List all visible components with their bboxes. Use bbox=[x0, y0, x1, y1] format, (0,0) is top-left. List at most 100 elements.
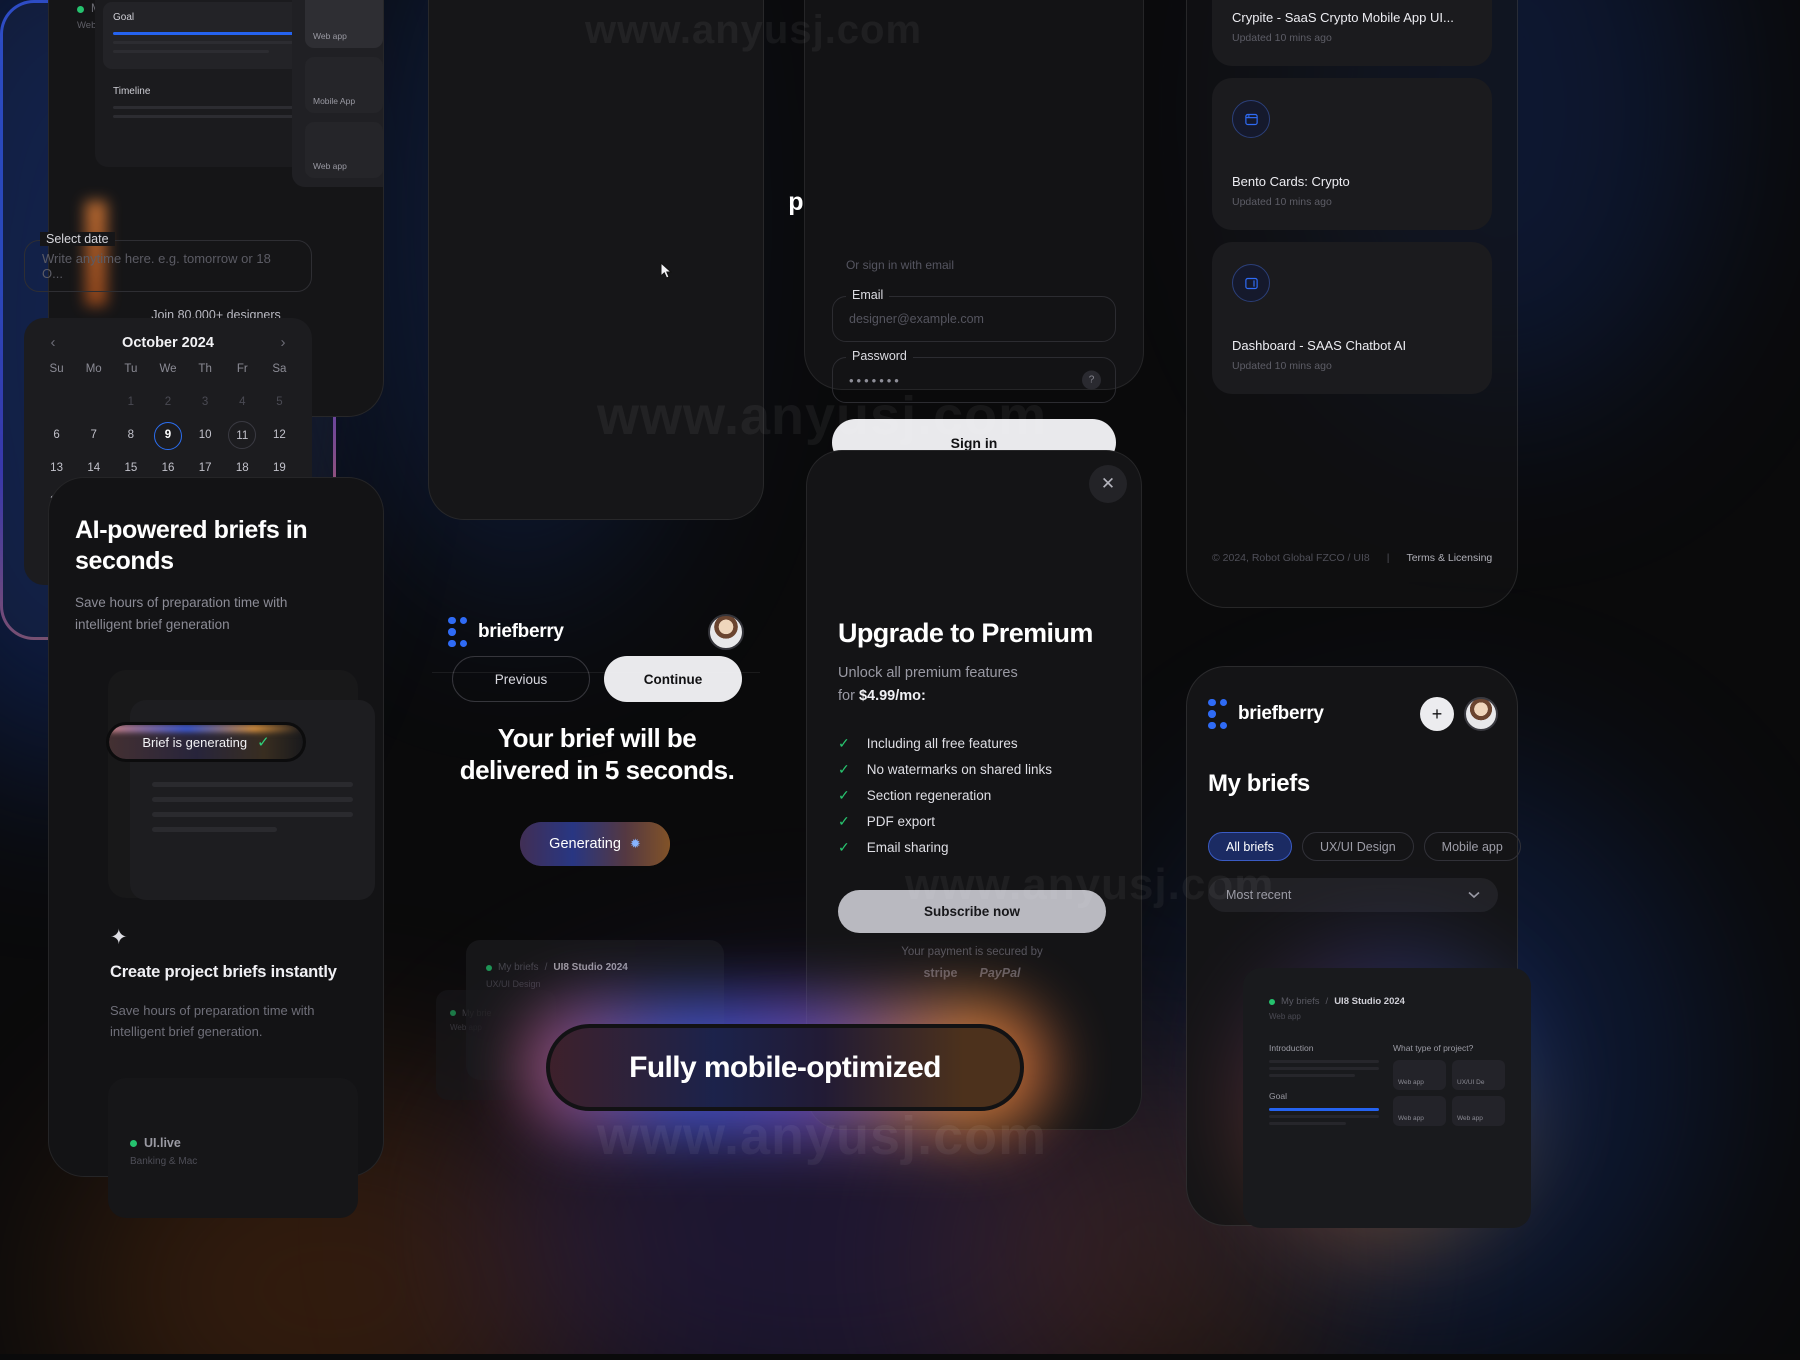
chevron-down-icon bbox=[1468, 888, 1480, 902]
tab-ux-ui-design[interactable]: UX/UI Design bbox=[1301, 832, 1414, 861]
list-item: ✓ Section regeneration bbox=[838, 782, 1128, 808]
calendar-day[interactable]: 4 bbox=[224, 388, 261, 416]
calendar-day[interactable]: 1 bbox=[112, 388, 149, 416]
mouse-cursor-icon bbox=[660, 262, 673, 279]
feature-label: Email sharing bbox=[866, 840, 949, 856]
brief-preview-card[interactable]: My briefs / UI8 Studio 2024 Web app Intr… bbox=[1243, 968, 1531, 1228]
calendar-day[interactable]: 6 bbox=[38, 421, 75, 449]
help-icon[interactable]: ? bbox=[1082, 370, 1101, 390]
calendar-day[interactable]: 2 bbox=[149, 388, 186, 416]
add-brief-button[interactable]: + bbox=[1420, 697, 1454, 731]
calendar-day[interactable]: 10 bbox=[187, 421, 224, 449]
status-dot-icon bbox=[77, 5, 84, 13]
doc-sep: / bbox=[544, 962, 548, 973]
premium-feature-list: ✓ Including all free features ✓ No waterma… bbox=[838, 730, 1128, 861]
bottom-brief-sub: Banking & Mac bbox=[130, 1156, 198, 1167]
preview-section-title: Introduction bbox=[1269, 1043, 1314, 1053]
ai-briefs-heading: AI-powered briefs in seconds bbox=[75, 516, 308, 575]
calendar-day[interactable]: 13 bbox=[38, 454, 75, 482]
generating-label: Brief is generating bbox=[142, 734, 248, 750]
status-dot-icon bbox=[130, 1139, 137, 1147]
bottom-brief-title: UI.live bbox=[144, 1136, 181, 1150]
calendar-day[interactable]: 9 bbox=[149, 421, 186, 450]
premium-price: $4.99/mo: bbox=[858, 688, 926, 705]
subscribe-button[interactable]: Subscribe now bbox=[838, 890, 1106, 933]
list-item[interactable]: Bento Cards: Crypto Updated 10 mins ago bbox=[1212, 78, 1492, 230]
payment-secured-text: Your payment is secured by bbox=[901, 946, 1043, 958]
prev-month-icon[interactable]: ‹ bbox=[44, 334, 62, 351]
feature-label: Including all free features bbox=[866, 735, 1018, 751]
copyright-text: © 2024, Robot Global FZCO / UI8 bbox=[1212, 552, 1370, 564]
preview-parent: My briefs bbox=[1281, 996, 1320, 1007]
logo-dots-icon bbox=[1208, 698, 1227, 730]
generating-label: Generating bbox=[549, 836, 621, 852]
project-type-option[interactable]: Mobile App bbox=[305, 57, 383, 113]
doc-section: Timeline bbox=[113, 86, 313, 118]
avatar[interactable] bbox=[708, 614, 744, 650]
password-value: ••••••• bbox=[849, 372, 902, 388]
close-icon[interactable]: ✕ bbox=[1089, 465, 1127, 503]
email-input[interactable]: designer@example.com bbox=[832, 296, 1116, 342]
payment-brands: stripe PayPal bbox=[838, 966, 1106, 980]
email-field-wrap[interactable]: designer@example.com Email bbox=[832, 288, 1116, 342]
password-field-wrap[interactable]: ••••••• ? Password bbox=[832, 349, 1116, 403]
bottom-brief-card[interactable]: UI.live Banking & Mac bbox=[108, 1078, 358, 1218]
calendar-day bbox=[38, 388, 75, 416]
calendar-day[interactable]: 5 bbox=[261, 388, 298, 416]
list-item[interactable]: Crypite - SaaS Crypto Mobile App UI... U… bbox=[1212, 0, 1492, 66]
calendar-weekday: Mo bbox=[85, 363, 102, 375]
next-month-icon[interactable]: › bbox=[274, 334, 292, 351]
option-label: Web app bbox=[313, 31, 347, 41]
calendar-day[interactable]: 11 bbox=[224, 421, 261, 449]
check-icon: ✓ bbox=[838, 760, 850, 777]
tab-mobile-app[interactable]: Mobile app bbox=[1423, 832, 1521, 861]
calendar-weekday: Su bbox=[49, 363, 64, 375]
tab-all-briefs[interactable]: All briefs bbox=[1208, 832, 1292, 861]
page-title: My briefs bbox=[1208, 770, 1310, 797]
preview-option: Web app bbox=[1393, 1060, 1446, 1090]
footer: © 2024, Robot Global FZCO / UI8 | Terms … bbox=[1212, 552, 1502, 564]
avatar[interactable] bbox=[1464, 697, 1498, 731]
check-icon: ✓ bbox=[838, 839, 850, 856]
check-icon: ✓ bbox=[838, 734, 850, 751]
doc-current: UI8 Studio 2024 bbox=[553, 962, 628, 973]
calendar-weekday: We bbox=[159, 363, 177, 375]
feature-title: Create project briefs instantly bbox=[110, 963, 337, 981]
preview-popover-title: What type of project? bbox=[1393, 1043, 1474, 1053]
password-input[interactable]: ••••••• ? bbox=[832, 357, 1116, 403]
brand-name: briefberry bbox=[1238, 703, 1324, 724]
list-item: ✓ Including all free features bbox=[838, 730, 1128, 756]
status-dot-icon bbox=[486, 964, 492, 971]
list-item[interactable]: Dashboard - SAAS Chatbot AI Updated 10 m… bbox=[1212, 242, 1492, 394]
window-card-icon bbox=[1232, 100, 1270, 138]
feature-label: No watermarks on shared links bbox=[866, 761, 1053, 777]
doc-section-title: Goal bbox=[113, 11, 135, 23]
calendar-weekday: Sa bbox=[272, 363, 287, 375]
password-label: Password bbox=[846, 349, 913, 363]
brief-updated: Updated 10 mins ago bbox=[1232, 360, 1332, 372]
calendar-day[interactable]: 7 bbox=[75, 421, 112, 449]
calendar-day[interactable]: 8 bbox=[112, 421, 149, 449]
terms-link[interactable]: Terms & Licensing bbox=[1406, 552, 1492, 564]
brand-name: briefberry bbox=[478, 621, 564, 642]
ai-briefs-card-front: Brief is generating ✓ bbox=[106, 700, 375, 900]
option-label: Web app bbox=[1398, 1079, 1424, 1086]
option-label: Web app bbox=[1457, 1115, 1483, 1122]
sort-dropdown[interactable]: Most recent bbox=[1208, 878, 1498, 912]
doc-section: Goal bbox=[103, 1, 323, 69]
sparkle-icon: ✹ bbox=[629, 836, 641, 851]
ai-briefs-subheading: Save hours of preparation time with inte… bbox=[75, 595, 288, 632]
doc-sub: UX/UI Design bbox=[486, 979, 541, 989]
project-type-option[interactable]: Web app bbox=[305, 0, 383, 48]
calendar-day[interactable]: 12 bbox=[261, 421, 298, 449]
option-label: Mobile App bbox=[313, 96, 356, 106]
breadcrumb: UI.live bbox=[130, 1136, 336, 1150]
calendar-day[interactable]: 3 bbox=[187, 388, 224, 416]
signin-or-text: Or sign in with email bbox=[845, 258, 955, 272]
logo-dots-icon bbox=[448, 616, 467, 648]
project-type-option[interactable]: Web app bbox=[305, 122, 383, 178]
feature-label: Section regeneration bbox=[866, 787, 992, 803]
delivery-headline: Your brief will be delivered in 5 second… bbox=[459, 723, 735, 786]
calendar-weekday: Tu bbox=[124, 363, 138, 375]
preview-option: Web app bbox=[1393, 1096, 1446, 1126]
